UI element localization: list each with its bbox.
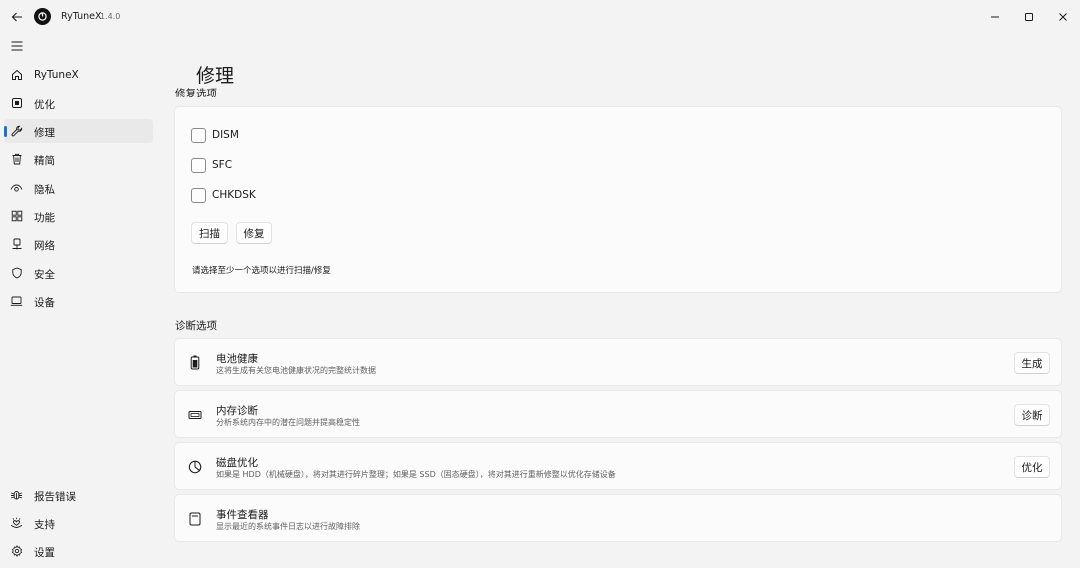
diagnostic-description: 如果是 HDD（机械硬盘），将对其进行碎片整理；如果是 SSD（固态硬盘），将对…: [216, 470, 616, 479]
minimize-icon: [991, 16, 999, 18]
close-icon: [1059, 13, 1067, 21]
maximize-icon: [1025, 13, 1033, 21]
sidebar-item-label: 网络: [34, 240, 55, 252]
diagnostic-title: 事件查看器: [216, 509, 269, 521]
sidebar-item-report-bug[interactable]: 报告错误: [4, 483, 153, 507]
sidebar-item-label: 安全: [34, 269, 55, 281]
selection-hint: 请选择至少一个选项以进行扫描/修复: [192, 266, 331, 276]
diagnose-button[interactable]: 诊断: [1014, 404, 1050, 426]
sidebar-item-repair[interactable]: 修理: [4, 119, 153, 143]
menu-toggle-button[interactable]: [6, 36, 28, 56]
diagnostics-heading: 诊断选项: [175, 320, 217, 332]
hamburger-icon: [11, 41, 23, 51]
app-version: 1.4.0: [100, 12, 121, 21]
heart-hands-icon: [10, 516, 23, 529]
dism-checkbox[interactable]: DISM: [191, 126, 239, 144]
battery-icon: [187, 355, 202, 370]
sidebar-item-label: 设置: [34, 547, 55, 559]
diagnostic-description: 这将生成有关您电池健康状况的完整统计数据: [216, 366, 376, 375]
event-viewer-icon: [187, 511, 202, 526]
sidebar-item-security[interactable]: 安全: [4, 261, 153, 285]
pie-chart-icon: [187, 459, 202, 474]
disk-optimize-card: 磁盘优化 如果是 HDD（机械硬盘），将对其进行碎片整理；如果是 SSD（固态硬…: [174, 442, 1062, 490]
sfc-checkbox[interactable]: SFC: [191, 156, 232, 174]
sidebar-item-label: 功能: [34, 212, 55, 224]
maximize-button[interactable]: [1015, 5, 1043, 29]
sidebar-item-label: 优化: [34, 99, 55, 111]
app-logo: [34, 8, 51, 25]
event-viewer-card[interactable]: 事件查看器 显示最近的系统事件日志以进行故障排除: [174, 494, 1062, 542]
sidebar-item-home[interactable]: RyTuneX: [4, 63, 153, 87]
optimize-icon: [10, 96, 23, 109]
back-button[interactable]: [6, 7, 28, 27]
title-bar: RyTuneX 1.4.0: [0, 0, 1080, 34]
chkdsk-checkbox[interactable]: CHKDSK: [191, 186, 256, 204]
sidebar-item-settings[interactable]: 设置: [4, 539, 153, 563]
shield-icon: [10, 266, 23, 279]
sidebar-item-optimize[interactable]: 优化: [4, 91, 153, 115]
checkbox-box[interactable]: [191, 157, 206, 173]
repair-options-card: DISM SFC CHKDSK 扫描 修复 请选择至少一个选项以进行扫描/修复: [174, 106, 1062, 293]
eye-icon: [10, 181, 23, 194]
repair-button[interactable]: 修复: [236, 222, 272, 244]
close-button[interactable]: [1049, 5, 1077, 29]
diagnostic-description: 显示最近的系统事件日志以进行故障排除: [216, 522, 360, 531]
repair-section-heading: 修复选项: [175, 88, 217, 97]
checkbox-box[interactable]: [191, 127, 206, 143]
sidebar-item-label: 支持: [34, 519, 55, 531]
memory-diagnostic-card: 内存诊断 分析系统内存中的潜在问题并提高稳定性 诊断: [174, 390, 1062, 438]
minimize-button[interactable]: [981, 5, 1009, 29]
home-icon: [10, 68, 23, 81]
battery-health-card: 电池健康 这将生成有关您电池健康状况的完整统计数据 生成: [174, 338, 1062, 386]
active-indicator: [4, 126, 7, 137]
generate-button[interactable]: 生成: [1014, 352, 1050, 374]
trash-icon: [10, 152, 23, 165]
sidebar-item-label: 隐私: [34, 184, 55, 196]
diagnostic-title: 电池健康: [216, 353, 258, 365]
sidebar-item-device[interactable]: 设备: [4, 289, 153, 313]
sidebar-item-label: 修理: [34, 127, 55, 139]
wrench-icon: [10, 124, 23, 137]
checkbox-label: CHKDSK: [212, 189, 256, 201]
app-name: RyTuneX: [61, 11, 102, 22]
sidebar-item-label: RyTuneX: [34, 69, 79, 81]
network-icon: [10, 237, 23, 250]
sidebar-item-features[interactable]: 功能: [4, 204, 153, 228]
sidebar-item-label: 精简: [34, 155, 55, 167]
sidebar-item-debloat[interactable]: 精简: [4, 147, 153, 171]
sidebar-item-label: 报告错误: [34, 491, 76, 503]
laptop-icon: [10, 294, 23, 307]
optimize-button[interactable]: 优化: [1014, 456, 1050, 478]
diagnostic-title: 磁盘优化: [216, 457, 258, 469]
bug-icon: [10, 488, 23, 501]
features-icon: [10, 209, 23, 222]
checkbox-box[interactable]: [191, 187, 206, 203]
checkbox-label: SFC: [212, 159, 233, 171]
sidebar-item-label: 设备: [34, 297, 55, 309]
diagnostic-title: 内存诊断: [216, 405, 258, 417]
diagnostic-description: 分析系统内存中的潜在问题并提高稳定性: [216, 418, 360, 427]
sidebar-item-privacy[interactable]: 隐私: [4, 176, 153, 200]
checkbox-label: DISM: [212, 129, 239, 141]
scan-button[interactable]: 扫描: [191, 222, 228, 244]
memory-icon: [187, 407, 202, 422]
arrow-left-icon: [11, 12, 22, 22]
sidebar-item-network[interactable]: 网络: [4, 232, 153, 256]
gear-icon: [10, 544, 23, 557]
sidebar-item-support[interactable]: 支持: [4, 511, 153, 535]
